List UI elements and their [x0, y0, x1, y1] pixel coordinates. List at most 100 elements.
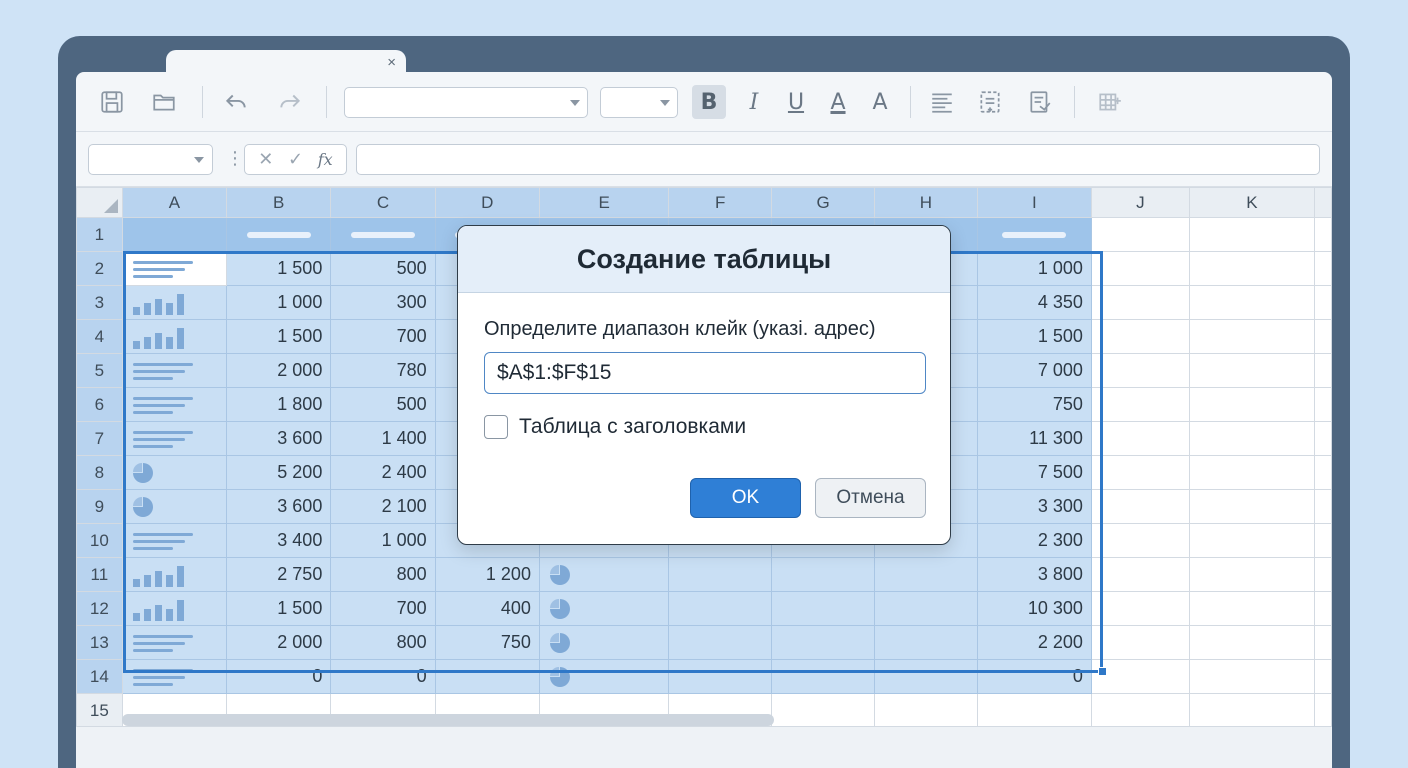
row-header[interactable]: 8 [76, 455, 123, 490]
row-header[interactable]: 12 [76, 591, 123, 626]
cell-empty[interactable] [1314, 217, 1332, 252]
column-header-i[interactable]: I [976, 187, 1092, 218]
cell-d14[interactable] [434, 659, 540, 694]
cell-c8[interactable]: 2 400 [330, 455, 436, 490]
cell-i2[interactable]: 1 000 [976, 251, 1092, 286]
cell-i1[interactable] [976, 217, 1092, 252]
cell-a8[interactable] [121, 455, 228, 490]
headers-checkbox[interactable] [484, 415, 508, 439]
cell-a3[interactable] [121, 285, 228, 320]
cell-i8[interactable]: 7 500 [976, 455, 1092, 490]
cell-b4[interactable]: 1 500 [226, 319, 332, 354]
cell-a13[interactable] [121, 625, 228, 660]
cell-a12[interactable] [121, 591, 228, 626]
ok-button[interactable]: OK [690, 478, 801, 518]
cell-b2[interactable]: 1 500 [226, 251, 332, 286]
cell-b14[interactable]: 0 [226, 659, 332, 694]
cell-empty[interactable] [1314, 489, 1332, 524]
name-box[interactable] [88, 144, 213, 175]
cell-h15[interactable] [874, 693, 978, 728]
cell-j1[interactable] [1090, 217, 1190, 252]
column-header-h[interactable]: H [874, 187, 978, 218]
cell-k8[interactable] [1188, 455, 1316, 490]
row-header[interactable]: 14 [76, 659, 123, 694]
cell-i3[interactable]: 4 350 [976, 285, 1092, 320]
cell-j2[interactable] [1090, 251, 1190, 286]
row-header[interactable]: 1 [76, 217, 123, 252]
cell-b13[interactable]: 2 000 [226, 625, 332, 660]
cell-b9[interactable]: 3 600 [226, 489, 332, 524]
cell-b5[interactable]: 2 000 [226, 353, 332, 388]
cell-c1[interactable] [330, 217, 436, 252]
cell-k11[interactable] [1188, 557, 1316, 592]
cell-b11[interactable]: 2 750 [226, 557, 332, 592]
cell-k5[interactable] [1188, 353, 1316, 388]
cell-k7[interactable] [1188, 421, 1316, 456]
row-header[interactable]: 6 [76, 387, 123, 422]
cell-c10[interactable]: 1 000 [330, 523, 436, 558]
underline-button[interactable]: U [780, 86, 812, 118]
cell-g13[interactable] [771, 625, 876, 660]
cell-k10[interactable] [1188, 523, 1316, 558]
cell-b7[interactable]: 3 600 [226, 421, 332, 456]
cell-a10[interactable] [121, 523, 228, 558]
cell-empty[interactable] [1314, 523, 1332, 558]
cell-a5[interactable] [121, 353, 228, 388]
cell-i15[interactable] [976, 693, 1092, 728]
cell-empty[interactable] [1314, 387, 1332, 422]
cell-a4[interactable] [121, 319, 228, 354]
row-header[interactable]: 9 [76, 489, 123, 524]
redo-icon[interactable] [274, 86, 306, 118]
cell-empty[interactable] [1314, 421, 1332, 456]
cell-c6[interactable]: 500 [330, 387, 436, 422]
cell-i7[interactable]: 11 300 [976, 421, 1092, 456]
cell-h13[interactable] [874, 625, 978, 660]
cell-i10[interactable]: 2 300 [976, 523, 1092, 558]
horizontal-scrollbar[interactable] [122, 714, 774, 726]
cell-k12[interactable] [1188, 591, 1316, 626]
cell-empty[interactable] [1314, 455, 1332, 490]
cell-g15[interactable] [771, 693, 876, 728]
align-left-icon[interactable] [926, 86, 958, 118]
font-name-dropdown[interactable] [344, 87, 588, 118]
cell-h12[interactable] [874, 591, 978, 626]
cell-j11[interactable] [1090, 557, 1190, 592]
cell-i9[interactable]: 3 300 [976, 489, 1092, 524]
confirm-icon[interactable]: ✓ [288, 149, 303, 170]
cell-j5[interactable] [1090, 353, 1190, 388]
cell-j4[interactable] [1090, 319, 1190, 354]
column-header-d[interactable]: D [434, 187, 540, 218]
cell-k9[interactable] [1188, 489, 1316, 524]
cell-empty[interactable] [1314, 251, 1332, 286]
cell-c14[interactable]: 0 [330, 659, 436, 694]
cell-k1[interactable] [1188, 217, 1316, 252]
cell-g12[interactable] [771, 591, 876, 626]
cell-b1[interactable] [226, 217, 332, 252]
cell-i13[interactable]: 2 200 [976, 625, 1092, 660]
row-header[interactable]: 3 [76, 285, 123, 320]
cell-k15[interactable] [1188, 693, 1316, 728]
more-vert-icon[interactable]: ⋮ [226, 148, 244, 169]
row-header[interactable]: 2 [76, 251, 123, 286]
cell-e14[interactable] [538, 659, 670, 694]
range-input[interactable]: $A$1:$F$15 [484, 352, 926, 394]
cell-d12[interactable]: 400 [434, 591, 540, 626]
cell-j13[interactable] [1090, 625, 1190, 660]
cell-j3[interactable] [1090, 285, 1190, 320]
cell-f11[interactable] [668, 557, 773, 592]
row-header[interactable]: 11 [76, 557, 123, 592]
cell-a9[interactable] [121, 489, 228, 524]
cell-i5[interactable]: 7 000 [976, 353, 1092, 388]
cell-c12[interactable]: 700 [330, 591, 436, 626]
row-header[interactable]: 10 [76, 523, 123, 558]
cell-g14[interactable] [771, 659, 876, 694]
cell-a2[interactable] [121, 251, 228, 286]
column-header-g[interactable]: G [771, 187, 876, 218]
cell-i11[interactable]: 3 800 [976, 557, 1092, 592]
row-header[interactable]: 15 [76, 693, 123, 728]
cell-c5[interactable]: 780 [330, 353, 436, 388]
cell-c7[interactable]: 1 400 [330, 421, 436, 456]
font-size-dropdown[interactable] [600, 87, 678, 118]
cell-g11[interactable] [771, 557, 876, 592]
fill-handle[interactable] [1098, 667, 1107, 676]
